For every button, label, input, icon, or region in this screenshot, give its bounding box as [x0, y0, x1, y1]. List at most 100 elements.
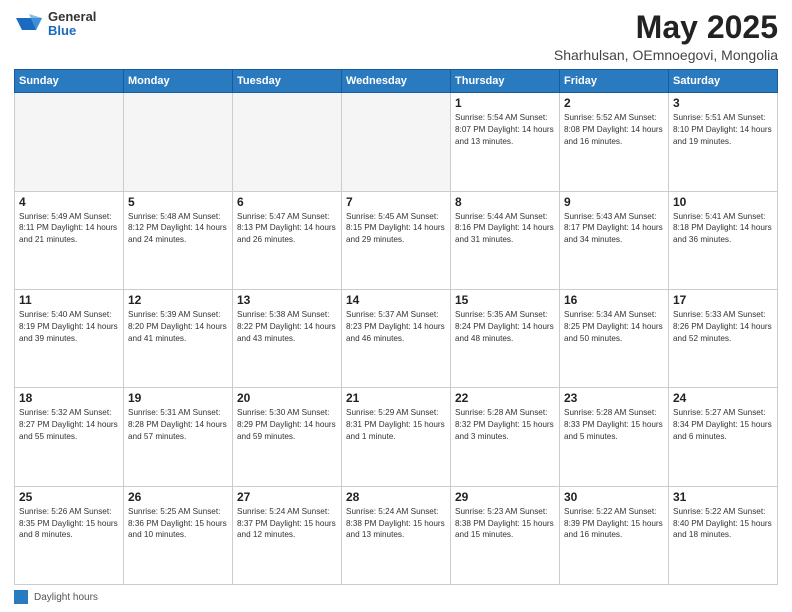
day-number: 9: [564, 195, 664, 209]
day-info: Sunrise: 5:39 AM Sunset: 8:20 PM Dayligh…: [128, 309, 228, 345]
day-info: Sunrise: 5:28 AM Sunset: 8:33 PM Dayligh…: [564, 407, 664, 443]
calendar-week-2: 11Sunrise: 5:40 AM Sunset: 8:19 PM Dayli…: [15, 289, 778, 387]
day-info: Sunrise: 5:33 AM Sunset: 8:26 PM Dayligh…: [673, 309, 773, 345]
calendar-header-friday: Friday: [560, 70, 669, 93]
calendar-cell: 6 Sunrise: 5:47 AM Sunset: 8:13 PM Daylig…: [233, 191, 342, 289]
calendar-cell: 23Sunrise: 5:28 AM Sunset: 8:33 PM Dayli…: [560, 388, 669, 486]
day-info: Sunrise: 5:41 AM Sunset: 8:18 PM Dayligh…: [673, 211, 773, 247]
day-info: Sunrise: 5:34 AM Sunset: 8:25 PM Dayligh…: [564, 309, 664, 345]
day-number: 4: [19, 195, 119, 209]
calendar-header-thursday: Thursday: [451, 70, 560, 93]
day-info: Sunrise: 5:29 AM Sunset: 8:31 PM Dayligh…: [346, 407, 446, 443]
day-number: 17: [673, 293, 773, 307]
calendar-cell: 19 Sunrise: 5:31 AM Sunset: 8:28 PM Dayli…: [124, 388, 233, 486]
calendar-cell: 27 Sunrise: 5:24 AM Sunset: 8:37 PM Dayli…: [233, 486, 342, 584]
day-number: 6: [237, 195, 337, 209]
calendar-header-monday: Monday: [124, 70, 233, 93]
day-info: Sunrise: 5:25 AM Sunset: 8:36 PM Dayligh…: [128, 506, 228, 542]
main-title: May 2025: [554, 10, 778, 45]
day-info: Sunrise: 5:54 AM Sunset: 8:07 PM Dayligh…: [455, 112, 555, 148]
day-info: Sunrise: 5:49 AM Sunset: 8:11 PM Dayligh…: [19, 211, 119, 247]
calendar-cell: 20Sunrise: 5:30 AM Sunset: 8:29 PM Dayli…: [233, 388, 342, 486]
day-number: 2: [564, 96, 664, 110]
day-number: 19: [128, 391, 228, 405]
logo-blue: Blue: [48, 24, 96, 38]
day-info: Sunrise: 5:22 AM Sunset: 8:39 PM Dayligh…: [564, 506, 664, 542]
day-info: Sunrise: 5:31 AM Sunset: 8:28 PM Dayligh…: [128, 407, 228, 443]
calendar-cell: 11Sunrise: 5:40 AM Sunset: 8:19 PM Dayli…: [15, 289, 124, 387]
day-number: 26: [128, 490, 228, 504]
calendar-cell: 8Sunrise: 5:44 AM Sunset: 8:16 PM Daylig…: [451, 191, 560, 289]
day-number: 1: [455, 96, 555, 110]
calendar-cell: 24Sunrise: 5:27 AM Sunset: 8:34 PM Dayli…: [669, 388, 778, 486]
day-info: Sunrise: 5:26 AM Sunset: 8:35 PM Dayligh…: [19, 506, 119, 542]
day-info: Sunrise: 5:43 AM Sunset: 8:17 PM Dayligh…: [564, 211, 664, 247]
calendar-header-saturday: Saturday: [669, 70, 778, 93]
day-number: 13: [237, 293, 337, 307]
day-number: 16: [564, 293, 664, 307]
day-info: Sunrise: 5:51 AM Sunset: 8:10 PM Dayligh…: [673, 112, 773, 148]
calendar-cell: 25 Sunrise: 5:26 AM Sunset: 8:35 PM Dayli…: [15, 486, 124, 584]
day-info: Sunrise: 5:22 AM Sunset: 8:40 PM Dayligh…: [673, 506, 773, 542]
calendar-cell: 13 Sunrise: 5:38 AM Sunset: 8:22 PM Dayli…: [233, 289, 342, 387]
calendar-week-1: 4 Sunrise: 5:49 AM Sunset: 8:11 PM Daylig…: [15, 191, 778, 289]
calendar-header-sunday: Sunday: [15, 70, 124, 93]
day-info: Sunrise: 5:32 AM Sunset: 8:27 PM Dayligh…: [19, 407, 119, 443]
calendar-cell: 1 Sunrise: 5:54 AM Sunset: 8:07 PM Daylig…: [451, 93, 560, 191]
calendar-header-tuesday: Tuesday: [233, 70, 342, 93]
day-number: 8: [455, 195, 555, 209]
subtitle: Sharhulsan, OEmnoegovi, Mongolia: [554, 47, 778, 63]
logo-text: General Blue: [48, 10, 96, 39]
day-info: Sunrise: 5:38 AM Sunset: 8:22 PM Dayligh…: [237, 309, 337, 345]
day-number: 25: [19, 490, 119, 504]
day-info: Sunrise: 5:24 AM Sunset: 8:37 PM Dayligh…: [237, 506, 337, 542]
day-number: 30: [564, 490, 664, 504]
calendar-header-row: SundayMondayTuesdayWednesdayThursdayFrid…: [15, 70, 778, 93]
title-section: May 2025 Sharhulsan, OEmnoegovi, Mongoli…: [554, 10, 778, 63]
calendar-cell: 2Sunrise: 5:52 AM Sunset: 8:08 PM Daylig…: [560, 93, 669, 191]
day-info: Sunrise: 5:47 AM Sunset: 8:13 PM Dayligh…: [237, 211, 337, 247]
calendar-cell: 28 Sunrise: 5:24 AM Sunset: 8:38 PM Dayli…: [342, 486, 451, 584]
logo-icon: [14, 10, 44, 38]
day-number: 20: [237, 391, 337, 405]
day-info: Sunrise: 5:48 AM Sunset: 8:12 PM Dayligh…: [128, 211, 228, 247]
calendar-cell: 30 Sunrise: 5:22 AM Sunset: 8:39 PM Dayli…: [560, 486, 669, 584]
day-number: 11: [19, 293, 119, 307]
calendar-table: SundayMondayTuesdayWednesdayThursdayFrid…: [14, 69, 778, 585]
calendar-cell: [342, 93, 451, 191]
day-number: 5: [128, 195, 228, 209]
calendar-cell: [15, 93, 124, 191]
day-number: 29: [455, 490, 555, 504]
day-number: 22: [455, 391, 555, 405]
calendar-cell: 16 Sunrise: 5:34 AM Sunset: 8:25 PM Dayli…: [560, 289, 669, 387]
calendar-cell: 14Sunrise: 5:37 AM Sunset: 8:23 PM Dayli…: [342, 289, 451, 387]
calendar-cell: 29 Sunrise: 5:23 AM Sunset: 8:38 PM Dayli…: [451, 486, 560, 584]
calendar-cell: 10 Sunrise: 5:41 AM Sunset: 8:18 PM Dayli…: [669, 191, 778, 289]
day-info: Sunrise: 5:37 AM Sunset: 8:23 PM Dayligh…: [346, 309, 446, 345]
footer: Daylight hours: [14, 590, 778, 604]
calendar-cell: 7Sunrise: 5:45 AM Sunset: 8:15 PM Daylig…: [342, 191, 451, 289]
calendar-week-4: 25 Sunrise: 5:26 AM Sunset: 8:35 PM Dayli…: [15, 486, 778, 584]
calendar-cell: 22Sunrise: 5:28 AM Sunset: 8:32 PM Dayli…: [451, 388, 560, 486]
logo-general: General: [48, 10, 96, 24]
day-info: Sunrise: 5:35 AM Sunset: 8:24 PM Dayligh…: [455, 309, 555, 345]
calendar-cell: 12Sunrise: 5:39 AM Sunset: 8:20 PM Dayli…: [124, 289, 233, 387]
day-info: Sunrise: 5:27 AM Sunset: 8:34 PM Dayligh…: [673, 407, 773, 443]
legend-label: Daylight hours: [34, 592, 98, 603]
page: General Blue May 2025 Sharhulsan, OEmnoe…: [0, 0, 792, 612]
day-number: 18: [19, 391, 119, 405]
day-info: Sunrise: 5:23 AM Sunset: 8:38 PM Dayligh…: [455, 506, 555, 542]
day-number: 31: [673, 490, 773, 504]
top-section: General Blue May 2025 Sharhulsan, OEmnoe…: [14, 10, 778, 63]
day-number: 28: [346, 490, 446, 504]
calendar-cell: 5 Sunrise: 5:48 AM Sunset: 8:12 PM Daylig…: [124, 191, 233, 289]
day-number: 15: [455, 293, 555, 307]
calendar-cell: 4 Sunrise: 5:49 AM Sunset: 8:11 PM Daylig…: [15, 191, 124, 289]
calendar-cell: 3 Sunrise: 5:51 AM Sunset: 8:10 PM Daylig…: [669, 93, 778, 191]
day-number: 27: [237, 490, 337, 504]
day-info: Sunrise: 5:24 AM Sunset: 8:38 PM Dayligh…: [346, 506, 446, 542]
day-number: 10: [673, 195, 773, 209]
calendar-header-wednesday: Wednesday: [342, 70, 451, 93]
day-number: 3: [673, 96, 773, 110]
calendar-cell: 18 Sunrise: 5:32 AM Sunset: 8:27 PM Dayli…: [15, 388, 124, 486]
